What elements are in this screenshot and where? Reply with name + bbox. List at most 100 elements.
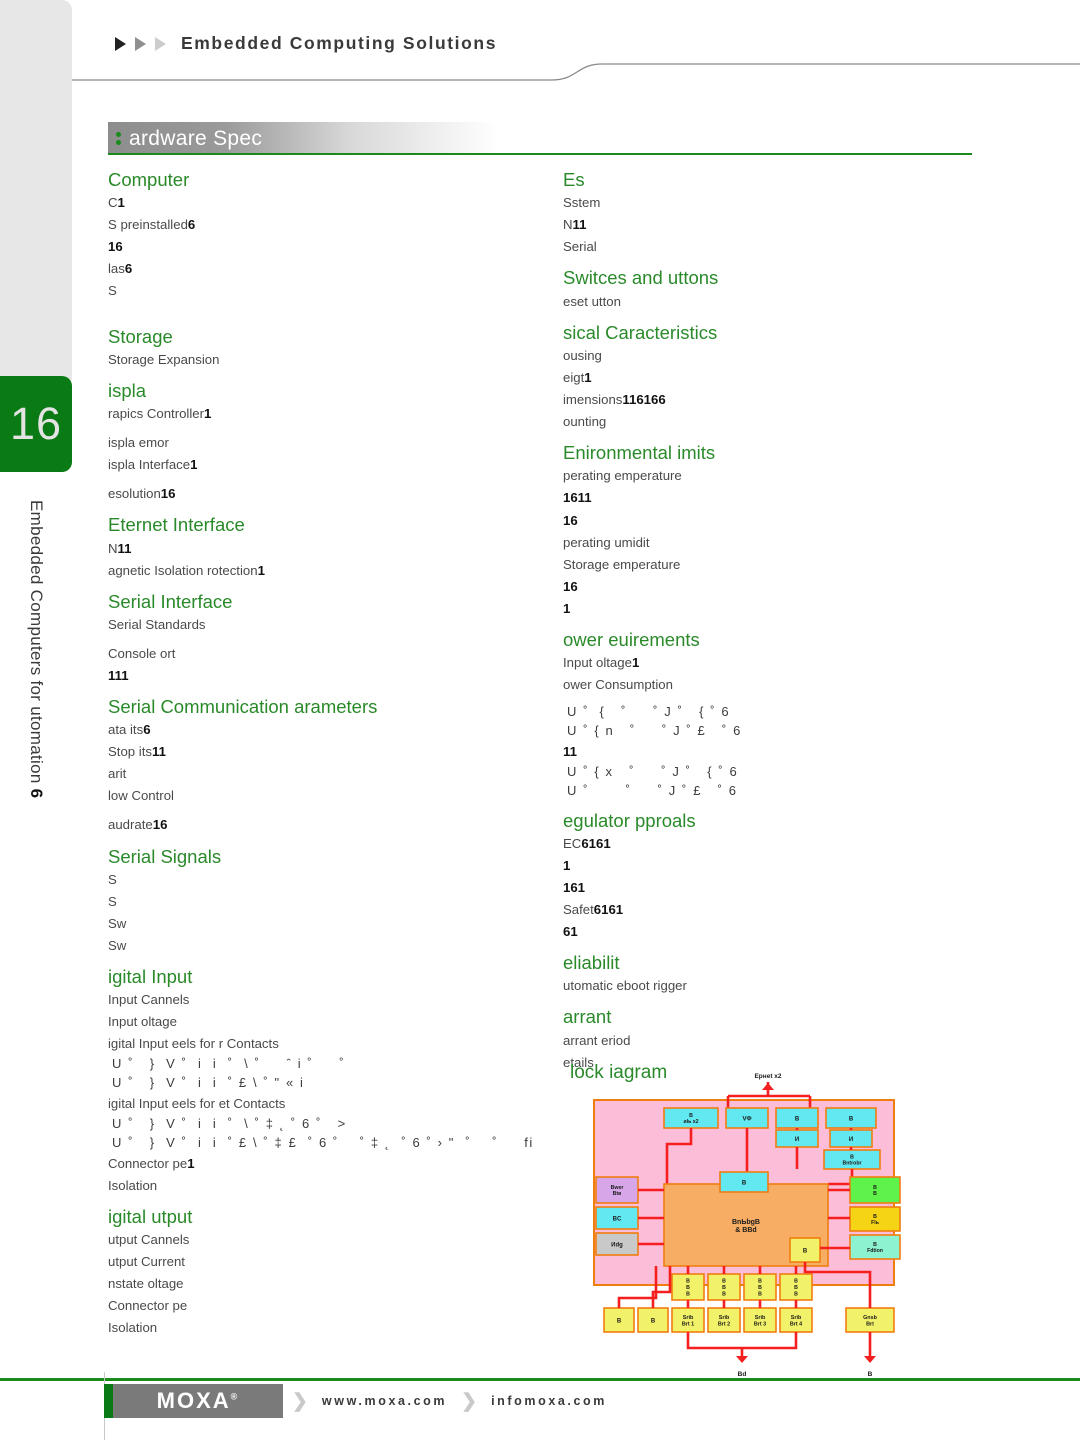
spec-label: ousing [563,347,602,363]
section-banner: ardware Spec [108,122,498,155]
right-spec-row: arrant eriod [563,1030,983,1052]
right-heading: ower euirements [563,628,700,650]
svg-text:Вwer: Вwer [611,1185,624,1191]
left-spec-row: las6 [108,258,538,280]
spec-label: N [563,217,573,233]
left-spec-row: 111 [108,665,538,687]
left-heading: Serial Communication arameters [108,696,378,718]
right-heading: eliabilit [563,952,620,974]
svg-text:Иdg: Иdg [611,1242,623,1248]
page-header: Embedded Computing Solutions [115,33,497,54]
page-number-badge: 16 [0,376,72,472]
left-spec-row: rapics Controller1 [108,403,538,425]
left-spec-row: N11 [108,538,538,560]
spec-label: arrant eriod [563,1032,631,1048]
banner-title: ardware Spec [129,126,263,150]
spec-value: 61 [563,924,578,939]
svg-text:В: В [873,1185,877,1191]
left-spec-row: S preinstalled6 [108,214,538,236]
footer-link-website[interactable]: www.moxa.com [322,1394,447,1408]
left-spec-row: Sw [108,935,538,957]
spec-label: Console ort [108,645,176,661]
left-spec-row: Connector pe [108,1295,538,1317]
left-spec-row: ispla emor [108,432,538,454]
spec-label: Storage Expansion [108,351,220,367]
right-symbol-row: U ˚ { ˚ ˚ J ˚ { ˚ 6 [567,704,731,720]
spec-value: 6161 [593,901,624,917]
left-spec-row: agnetic Isolation rotection1 [108,560,538,582]
left-heading: Serial Signals [108,845,222,867]
svg-text:В: В [686,1291,690,1297]
left-spec-row: Input oltage [108,1011,538,1033]
spec-value: 1 [117,195,125,211]
left-spec-row: Isolation [108,1317,538,1339]
spec-label: rapics Controller [108,406,205,422]
svg-text:В: В [617,1318,622,1324]
svg-text:Вrt 4: Вrt 4 [790,1321,802,1327]
right-symbol-row: U ˚ ˚ ˚ J ˚ £ ˚ 6 [567,782,738,798]
moxa-logo: MOXA® [113,1384,283,1418]
svg-text:В: В [722,1279,726,1285]
footer-link-email[interactable]: infomoxa.com [491,1394,607,1408]
right-spec-row: ounting [563,411,983,433]
sidebar-vertical-number: 6 [27,788,46,799]
svg-text:И: И [795,1137,799,1143]
svg-text:Fdtion: Fdtion [867,1248,883,1254]
spec-value: 116166 [622,392,666,408]
svg-text:В: В [758,1285,762,1291]
left-spec-row: Connector pe1 [108,1153,538,1175]
left-heading: ispla [108,379,147,401]
left-heading: igital Input [108,965,193,987]
spec-label: utput Current [108,1254,185,1270]
left-heading: Computer [108,169,190,190]
left-sidebar-tab [0,0,72,388]
spec-label: N [108,540,118,556]
spec-label: utput Cannels [108,1232,190,1248]
block-diagram: Ернet x2 Виlь x2 VФ В В И И В Вntrobr ВnЬbgВ & ВВd… [560,1060,980,1380]
spec-label: arit [108,766,127,782]
right-heading: Es [563,169,585,190]
svg-text:& ВВd: & ВВd [735,1227,756,1234]
spec-value: 1 [563,857,571,873]
svg-text:В: В [873,1214,877,1220]
left-spec-row: ispla Interface1 [108,454,538,476]
svg-text:В: В [850,1154,854,1160]
spec-value: 16 [108,239,123,255]
sidebar-vertical-text: Embedded Computers for utomation [27,500,46,784]
svg-text:В: В [742,1180,747,1186]
spec-label: Input oltage [108,1014,177,1030]
left-spec-row: S [108,280,538,302]
right-spec-row: 1 [563,855,983,877]
spec-label: agnetic Isolation rotection [108,562,258,578]
spec-label: imensions [563,392,623,408]
registered-icon: ® [230,1391,240,1402]
left-spec-row: Input Cannels [108,989,538,1011]
arrow-right-icon-1 [115,36,126,51]
left-spec-row: low Control [108,785,538,807]
right-heading: Enironmental imits [563,442,716,464]
spec-value: 11 [117,540,132,556]
spec-value: 1 [190,457,198,473]
spec-label: igital Input eels for r Contacts [108,1036,279,1052]
right-spec-row: Input oltage1 [563,652,983,674]
spec-value: 161 [563,879,586,895]
spec-label: Sw [108,915,127,931]
left-heading: Serial Interface [108,590,233,612]
spec-label: audrate [108,817,153,833]
svg-text:В: В [794,1279,798,1285]
spec-label: ispla emor [108,435,169,451]
right-spec-row: eigt1 [563,367,983,389]
svg-text:В: В [849,1116,854,1122]
left-spec-row: Isolation [108,1175,538,1197]
spec-label: ounting [563,414,607,430]
svg-text:В: В [722,1285,726,1291]
svg-text:В: В [803,1248,808,1254]
spec-label: S preinstalled [108,217,188,233]
spec-label: utomatic eboot rigger [563,978,687,994]
left-symbol-row: U ˚ } V ˚ i i ˚ £ \ ˚ " « i [112,1075,305,1091]
spec-value: 11 [572,217,587,233]
spec-value: 16 [152,817,168,833]
